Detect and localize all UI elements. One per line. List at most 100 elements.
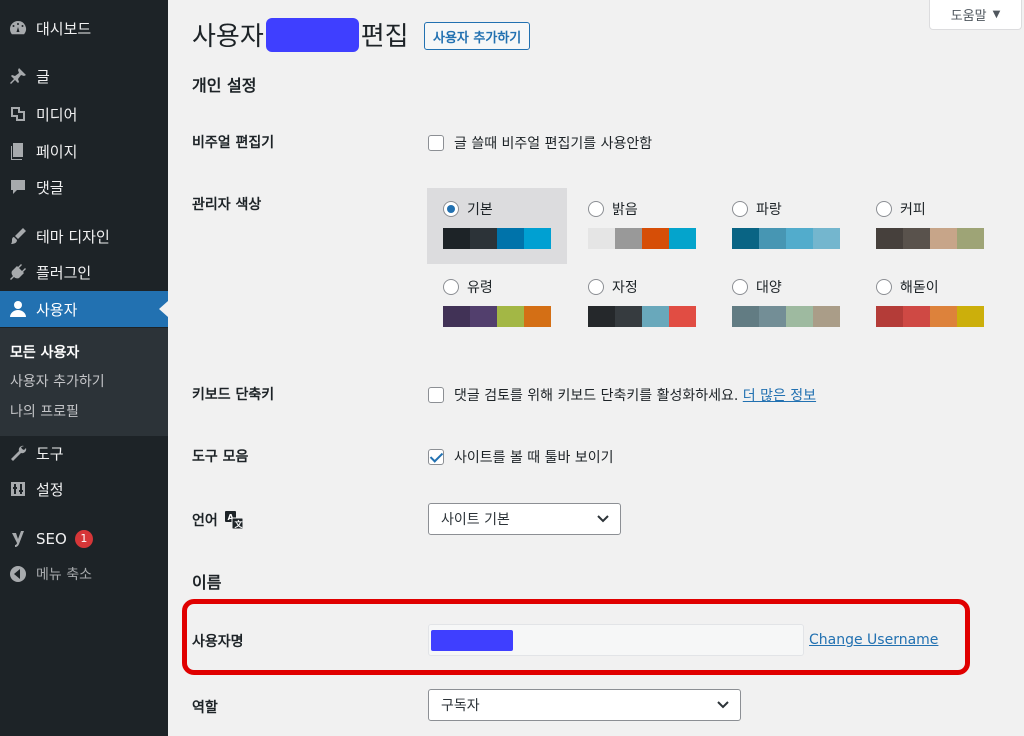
language-value: 사이트 기본 <box>441 512 510 528</box>
menu-label: 메뉴 축소 <box>36 567 92 583</box>
menu-comments[interactable]: 댓글 <box>0 169 168 205</box>
scheme-radio[interactable] <box>588 201 604 217</box>
color-scheme-ocean[interactable]: 대양 <box>716 266 856 342</box>
toolbar-text: 사이트를 볼 때 툴바 보이기 <box>454 450 614 466</box>
scheme-radio[interactable] <box>588 279 604 295</box>
toolbar-checkbox[interactable] <box>428 449 444 465</box>
keyboard-shortcuts-text: 댓글 검토를 위해 키보드 단축키를 활성화하세요. <box>454 388 739 404</box>
scheme-name: 해돋이 <box>900 280 939 296</box>
menu-seo[interactable]: SEO 1 <box>0 521 168 557</box>
menu-tools[interactable]: 도구 <box>0 435 168 471</box>
role-value: 구독자 <box>441 698 480 714</box>
brush-icon <box>0 226 36 246</box>
section-name: 이름 <box>192 573 222 592</box>
submenu-add-user[interactable]: 사용자 추가하기 <box>10 371 105 391</box>
scheme-radio[interactable] <box>443 279 459 295</box>
menu-label: 플러그인 <box>36 263 92 282</box>
scheme-radio[interactable] <box>732 279 748 295</box>
scheme-name: 유령 <box>467 280 493 296</box>
menu-label: 미디어 <box>36 105 78 124</box>
media-icon <box>0 104 36 124</box>
visual-editor-checkbox[interactable] <box>428 135 444 151</box>
menu-appearance[interactable]: 테마 디자인 <box>0 218 168 254</box>
scheme-swatches <box>876 306 984 327</box>
menu-label: 대시보드 <box>36 19 92 38</box>
visual-editor-text: 글 쓸때 비주얼 편집기를 사용안함 <box>454 136 653 152</box>
submenu-all-users[interactable]: 모든 사용자 <box>10 342 79 362</box>
menu-plugins[interactable]: 플러그인 <box>0 254 168 290</box>
role-select[interactable]: 구독자 <box>428 689 741 721</box>
keyboard-shortcuts-row: 댓글 검토를 위해 키보드 단축키를 활성화하세요. 더 많은 정보 <box>428 385 816 405</box>
svg-text:文: 文 <box>234 519 243 529</box>
page-title: 사용자 편집 <box>192 16 409 53</box>
add-new-user-button[interactable]: 사용자 추가하기 <box>424 22 531 50</box>
scheme-radio[interactable] <box>732 201 748 217</box>
admin-sidebar: 대시보드 글 미디어 페이지 댓글 테마 디자인 플러그인 사용자 모든 사용자… <box>0 0 168 736</box>
scheme-name: 커피 <box>900 202 926 218</box>
scheme-swatches <box>588 228 696 249</box>
keyboard-shortcuts-label: 키보드 단축키 <box>192 387 275 403</box>
menu-collapse[interactable]: 메뉴 축소 <box>0 556 168 592</box>
visual-editor-row: 글 쓸때 비주얼 편집기를 사용안함 <box>428 133 652 153</box>
scheme-swatches <box>732 306 840 327</box>
scheme-radio[interactable] <box>876 201 892 217</box>
collapse-icon <box>0 564 36 584</box>
menu-settings[interactable]: 설정 <box>0 471 168 507</box>
color-scheme-light[interactable]: 밝음 <box>572 188 712 264</box>
settings-icon <box>0 479 36 499</box>
menu-media[interactable]: 미디어 <box>0 96 168 132</box>
menu-label: 테마 디자인 <box>36 227 110 246</box>
scheme-swatches <box>443 228 551 249</box>
active-arrow <box>159 301 168 317</box>
title-prefix: 사용자 <box>192 22 264 52</box>
help-tab[interactable]: 도움말 ▼ <box>929 0 1022 30</box>
scheme-radio[interactable] <box>443 201 459 217</box>
scheme-swatches <box>588 306 696 327</box>
color-scheme-midnight[interactable]: 자정 <box>572 266 712 342</box>
highlight-annotation-box <box>182 599 970 675</box>
pin-icon <box>0 66 36 86</box>
visual-editor-label: 비주얼 편집기 <box>192 135 275 151</box>
notification-badge: 1 <box>74 530 93 548</box>
menu-dashboard[interactable]: 대시보드 <box>0 10 168 46</box>
chevron-down-icon <box>717 701 729 709</box>
menu-label: 사용자 <box>36 300 78 319</box>
scheme-name: 파랑 <box>756 202 782 218</box>
scheme-name: 기본 <box>467 202 493 218</box>
color-scheme-sunrise[interactable]: 해돋이 <box>860 266 1000 342</box>
menu-posts[interactable]: 글 <box>0 58 168 94</box>
user-icon <box>0 299 36 319</box>
scheme-name: 밝음 <box>612 202 638 218</box>
menu-label: 도구 <box>36 444 64 463</box>
more-info-link[interactable]: 더 많은 정보 <box>743 388 816 404</box>
toolbar-label: 도구 모음 <box>192 449 249 465</box>
menu-users[interactable]: 사용자 <box>0 291 168 327</box>
scheme-radio[interactable] <box>876 279 892 295</box>
title-suffix: 편집 <box>360 22 409 52</box>
menu-label: 페이지 <box>36 142 78 161</box>
menu-pages[interactable]: 페이지 <box>0 133 168 169</box>
users-submenu: 모든 사용자 사용자 추가하기 나의 프로필 <box>0 328 168 436</box>
menu-label: 설정 <box>36 480 64 499</box>
color-scheme-ectoplasm[interactable]: 유령 <box>427 266 567 342</box>
scheme-swatches <box>876 228 984 249</box>
chevron-down-icon <box>597 515 609 523</box>
toolbar-row: 사이트를 볼 때 툴바 보이기 <box>428 447 613 467</box>
color-scheme-default[interactable]: 기본 <box>427 188 567 264</box>
section-personal-options: 개인 설정 <box>192 76 257 95</box>
keyboard-shortcuts-checkbox[interactable] <box>428 387 444 403</box>
wrench-icon <box>0 443 36 463</box>
comment-icon <box>0 177 36 197</box>
language-select[interactable]: 사이트 기본 <box>428 503 621 535</box>
admin-color-label: 관리자 색상 <box>192 197 262 213</box>
language-label: 언어 <box>192 513 218 529</box>
submenu-my-profile[interactable]: 나의 프로필 <box>10 401 79 421</box>
scheme-name: 대양 <box>756 280 782 296</box>
yoast-icon <box>0 529 36 549</box>
caret-down-icon: ▼ <box>992 9 1001 20</box>
color-scheme-coffee[interactable]: 커피 <box>860 188 1000 264</box>
menu-label: 댓글 <box>36 178 64 197</box>
dashboard-icon <box>0 18 36 38</box>
help-label: 도움말 <box>950 9 987 24</box>
color-scheme-blue[interactable]: 파랑 <box>716 188 856 264</box>
